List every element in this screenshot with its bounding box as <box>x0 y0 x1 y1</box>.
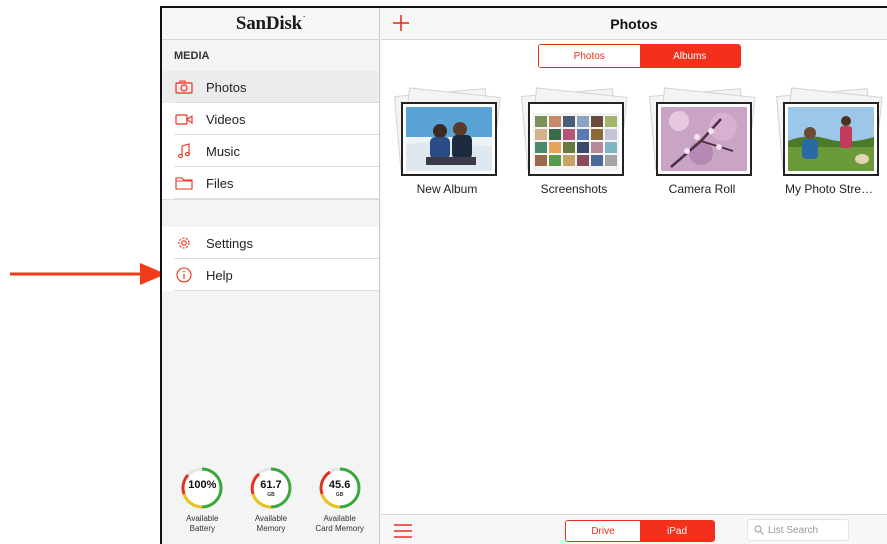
section-label-media: MEDIA <box>174 50 210 62</box>
album-name: Camera Roll <box>668 182 736 196</box>
music-note-icon <box>174 142 194 160</box>
search-box <box>747 519 849 541</box>
sidebar-item-label: Videos <box>206 111 246 127</box>
album-thumbnail <box>783 102 879 176</box>
sidebar-item-photos[interactable]: Photos <box>162 71 379 103</box>
card-memory-gauge: 45.6 GB Available Card Memory <box>308 466 372 544</box>
source-toggle: Drive iPad <box>565 520 715 542</box>
gauge-ring: 45.6 GB <box>318 466 362 510</box>
gauge-value: 61.7 <box>260 479 282 491</box>
battery-gauge: 100% Available Battery <box>170 466 234 544</box>
gauge-unit: GB <box>267 492 275 498</box>
settings-nav: Settings Help <box>162 227 379 291</box>
album-camera-roll[interactable]: Camera Roll <box>642 78 762 196</box>
album-grid: New Album Screenshots Camera Roll My Pho… <box>381 78 887 208</box>
video-camera-icon <box>174 110 194 128</box>
main-panel: Photos Photos Albums New Album Screensho… <box>381 8 887 544</box>
gauge-label: Available Battery <box>186 514 219 533</box>
memory-gauge: 61.7 GB Available Memory <box>239 466 303 544</box>
menu-icon[interactable] <box>394 524 412 538</box>
media-nav: Photos Videos Music Files <box>162 71 379 199</box>
top-bar: Photos <box>381 8 887 40</box>
gauge-value: 100% <box>188 479 217 491</box>
gauge-unit: GB <box>335 492 344 498</box>
sidebar: SanDisk· MEDIA Photos Videos Music Files… <box>162 8 380 544</box>
sidebar-item-settings[interactable]: Settings <box>162 227 379 259</box>
tab-drive[interactable]: Drive <box>566 521 640 541</box>
camera-icon <box>174 78 194 96</box>
sidebar-spacer <box>162 199 379 227</box>
album-stack <box>642 78 762 178</box>
sidebar-item-help[interactable]: Help <box>162 259 379 291</box>
album-thumbnail <box>528 102 624 176</box>
gauge-ring: 100% <box>180 466 224 510</box>
annotation-arrow <box>10 263 166 285</box>
search-input[interactable] <box>768 524 846 536</box>
tab-albums[interactable]: Albums <box>639 45 740 67</box>
page-title: Photos <box>610 16 658 32</box>
tab-photos[interactable]: Photos <box>539 45 640 67</box>
sidebar-item-music[interactable]: Music <box>162 135 379 167</box>
ipad-frame: SanDisk· MEDIA Photos Videos Music Files… <box>160 6 887 544</box>
blossom-photo-thumbnail <box>661 107 747 171</box>
album-stack <box>387 78 507 178</box>
folder-icon <box>174 174 194 192</box>
screenshot-grid-thumbnail <box>533 107 619 171</box>
sidebar-item-label: Files <box>206 175 234 191</box>
gauge-value: 45.6 <box>328 479 351 491</box>
album-thumbnail <box>656 102 752 176</box>
album-thumbnail <box>401 102 497 176</box>
album-name: My Photo Stre… <box>784 182 874 196</box>
bottom-bar: Drive iPad <box>381 514 887 544</box>
sidebar-item-videos[interactable]: Videos <box>162 103 379 135</box>
sidebar-item-label: Help <box>206 267 233 283</box>
tab-ipad[interactable]: iPad <box>640 521 714 541</box>
album-screenshots[interactable]: Screenshots <box>514 78 634 196</box>
view-toggle: Photos Albums <box>538 44 741 68</box>
sidebar-item-label: Settings <box>206 235 253 251</box>
park-photo-thumbnail <box>788 107 874 171</box>
storage-gauges: 100% Available Battery 61.7 GB Available… <box>162 466 380 544</box>
sidebar-header: SanDisk· <box>162 8 379 40</box>
sidebar-item-label: Music <box>206 143 240 159</box>
couple-photo-thumbnail <box>406 107 492 171</box>
album-stack <box>769 78 887 178</box>
album-name: Screenshots <box>540 182 608 196</box>
album-name: New Album <box>416 182 478 196</box>
sandisk-logo: SanDisk· <box>235 12 306 34</box>
sidebar-item-files[interactable]: Files <box>162 167 379 199</box>
album-my-photo-stream[interactable]: My Photo Stre… <box>769 78 887 196</box>
gauge-ring: 61.7 GB <box>249 466 293 510</box>
gauge-label: Available Card Memory <box>315 514 364 533</box>
album-new-album[interactable]: New Album <box>387 78 507 196</box>
screen: SanDisk· MEDIA Photos Videos Music Files… <box>0 0 887 544</box>
gear-icon <box>174 234 194 252</box>
album-stack <box>514 78 634 178</box>
info-icon <box>174 266 194 284</box>
gauge-label: Available Memory <box>254 514 288 533</box>
search-icon <box>754 525 764 535</box>
sidebar-item-label: Photos <box>206 79 247 95</box>
